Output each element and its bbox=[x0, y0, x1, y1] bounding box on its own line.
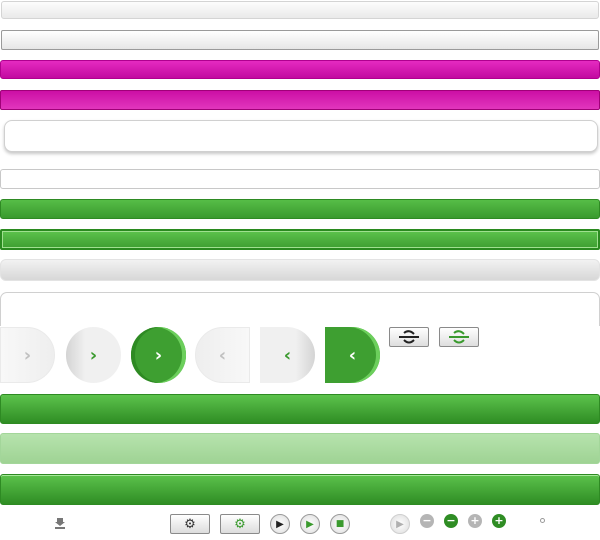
gear-icon: ⚙ bbox=[184, 516, 196, 532]
plus-icon: + bbox=[494, 514, 504, 527]
input-panel-rounded[interactable] bbox=[4, 120, 598, 152]
minus-icon: − bbox=[422, 514, 432, 527]
next-button-disabled[interactable]: › bbox=[0, 327, 55, 383]
primary-button-green-disabled[interactable] bbox=[0, 433, 600, 464]
progress-track-light bbox=[1, 1, 599, 19]
play-icon: ▶ bbox=[396, 518, 404, 530]
next-button[interactable]: › bbox=[66, 327, 121, 383]
progress-track-outlined bbox=[1, 30, 599, 50]
zoom-out-button-disabled[interactable]: − bbox=[420, 514, 434, 528]
download-icon[interactable] bbox=[52, 515, 68, 531]
progress-bar-magenta-outlined bbox=[0, 90, 600, 110]
chevron-right-icon: › bbox=[89, 344, 98, 366]
play-icon: ▶ bbox=[306, 518, 314, 530]
primary-button-green[interactable] bbox=[0, 394, 600, 424]
chevron-right-icon: › bbox=[154, 344, 163, 366]
progress-bar-green bbox=[0, 199, 600, 219]
zoom-out-button[interactable]: − bbox=[444, 514, 458, 528]
gear-icon: ⚙ bbox=[234, 516, 246, 532]
dot-icon bbox=[540, 518, 545, 523]
prev-button-disabled[interactable]: ‹ bbox=[195, 327, 250, 383]
stop-icon: ■ bbox=[335, 519, 345, 529]
settings-button[interactable]: ⚙ bbox=[170, 514, 210, 534]
play-button-disabled[interactable]: ▶ bbox=[390, 514, 410, 534]
link-toggle-button[interactable] bbox=[389, 327, 429, 347]
link-toggle-icon bbox=[399, 330, 419, 344]
progress-bar-green-outlined bbox=[0, 229, 600, 250]
chevron-left-icon: ‹ bbox=[218, 344, 227, 366]
play-button[interactable]: ▶ bbox=[270, 514, 290, 534]
chevron-left-icon: ‹ bbox=[283, 344, 292, 366]
progress-bar-magenta bbox=[0, 60, 600, 79]
zoom-in-button[interactable]: + bbox=[492, 514, 506, 528]
minus-icon: − bbox=[446, 514, 456, 527]
plus-icon: + bbox=[470, 514, 480, 527]
prev-button[interactable]: ‹ bbox=[260, 327, 315, 383]
download-arrow-icon bbox=[55, 518, 65, 529]
next-button-active[interactable]: › bbox=[131, 327, 186, 383]
input-field-plain[interactable] bbox=[0, 169, 600, 189]
slider-track-gray bbox=[0, 259, 600, 281]
panel-header bbox=[0, 292, 600, 326]
stop-button[interactable]: ■ bbox=[330, 514, 350, 534]
chevron-right-icon: › bbox=[23, 344, 32, 366]
primary-button-green-pressed[interactable] bbox=[0, 474, 600, 505]
zoom-in-button-disabled[interactable]: + bbox=[468, 514, 482, 528]
chevron-left-icon: ‹ bbox=[348, 344, 357, 366]
link-toggle-icon bbox=[449, 330, 469, 344]
play-icon: ▶ bbox=[276, 518, 284, 530]
settings-button-active[interactable]: ⚙ bbox=[220, 514, 260, 534]
prev-button-active[interactable]: ‹ bbox=[325, 327, 380, 383]
link-toggle-button-active[interactable] bbox=[439, 327, 479, 347]
play-button-active[interactable]: ▶ bbox=[300, 514, 320, 534]
